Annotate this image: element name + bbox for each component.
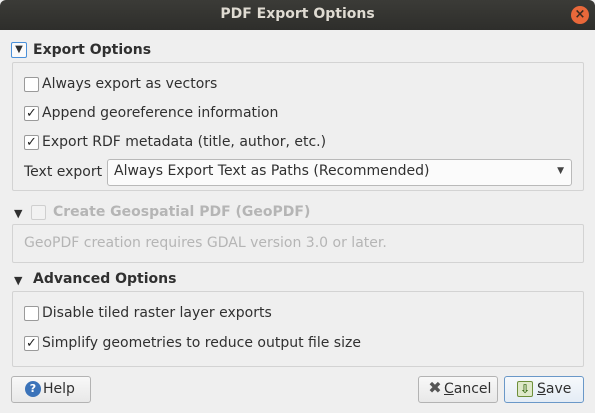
geopdf-checkbox <box>31 205 46 220</box>
chevron-down-icon: ▼ <box>557 166 564 176</box>
always-export-vectors-label[interactable]: Always export as vectors <box>42 76 217 92</box>
geopdf-collapse-arrow-icon: ▼ <box>14 207 23 220</box>
help-button[interactable]: ? Help <box>11 376 91 403</box>
disable-tiled-raster-label[interactable]: Disable tiled raster layer exports <box>42 305 272 321</box>
advanced-collapse-arrow-icon[interactable]: ▼ <box>14 274 22 287</box>
collapse-arrow-icon[interactable]: ▼ <box>11 42 27 58</box>
cancel-label: Cancel <box>444 381 491 397</box>
help-icon: ? <box>25 381 41 397</box>
advanced-options-group <box>12 291 584 367</box>
close-icon[interactable]: × <box>571 6 589 24</box>
export-options-title[interactable]: Export Options <box>33 42 151 58</box>
export-rdf-metadata-checkbox[interactable]: ✓ <box>24 135 39 150</box>
cancel-button[interactable]: ✖ Cancel <box>418 376 498 403</box>
cancel-icon: ✖ <box>428 378 442 397</box>
cancel-mnemonic: C <box>444 381 454 397</box>
save-icon: ⇩ <box>517 381 533 397</box>
help-label: Help <box>43 381 75 397</box>
text-export-value: Always Export Text as Paths (Recommended… <box>114 163 430 179</box>
simplify-geometries-checkbox[interactable]: ✓ <box>24 336 39 351</box>
save-mnemonic: S <box>537 381 546 397</box>
window-title: PDF Export Options <box>220 6 375 22</box>
geopdf-message: GeoPDF creation requires GDAL version 3.… <box>24 235 387 251</box>
save-label: Save <box>537 381 571 397</box>
append-georeference-checkbox[interactable]: ✓ <box>24 106 39 121</box>
cancel-rest: ancel <box>453 381 492 397</box>
geopdf-title: Create Geospatial PDF (GeoPDF) <box>53 204 311 220</box>
save-rest: ave <box>545 381 572 397</box>
append-georeference-label[interactable]: Append georeference information <box>42 105 278 121</box>
simplify-geometries-label[interactable]: Simplify geometries to reduce output fil… <box>42 335 361 351</box>
text-export-label: Text export <box>24 164 103 180</box>
disable-tiled-raster-checkbox[interactable] <box>24 306 39 321</box>
advanced-options-title[interactable]: Advanced Options <box>33 271 176 287</box>
text-export-combobox[interactable]: Always Export Text as Paths (Recommended… <box>107 159 572 186</box>
always-export-vectors-checkbox[interactable] <box>24 77 39 92</box>
save-button[interactable]: ⇩ Save <box>504 376 584 403</box>
title-bar: PDF Export Options × <box>0 0 595 30</box>
export-rdf-metadata-label[interactable]: Export RDF metadata (title, author, etc.… <box>42 134 326 150</box>
